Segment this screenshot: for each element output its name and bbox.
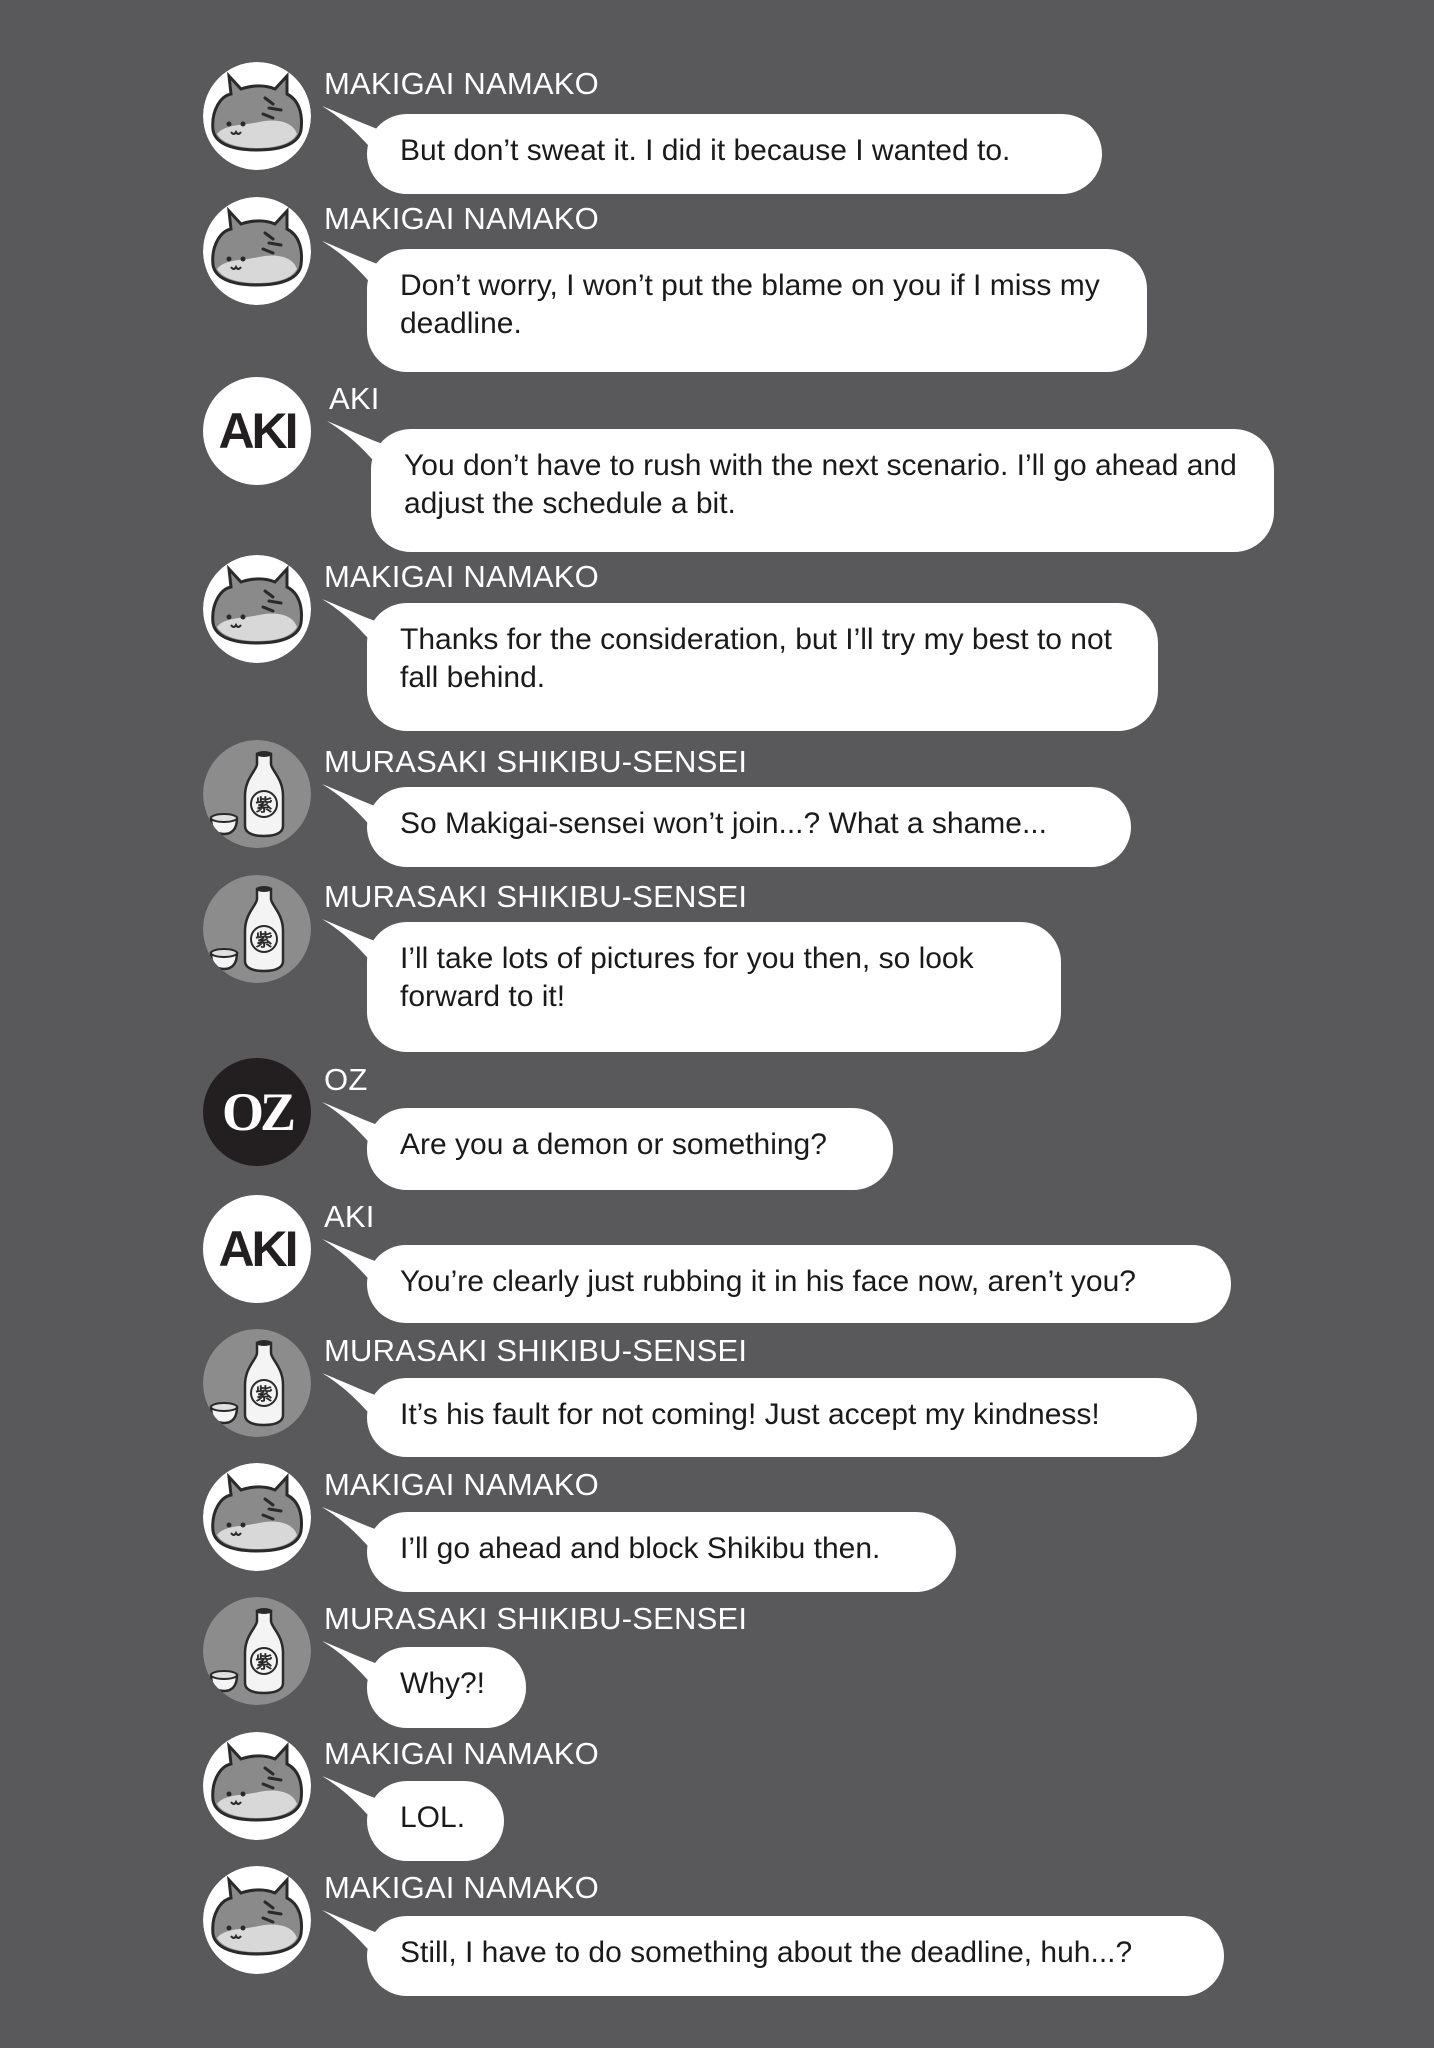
sender-name: MAKIGAI NAMAKO: [324, 1870, 599, 1905]
sake-bottle-icon[interactable]: 紫: [203, 875, 311, 983]
sake-bottle-icon[interactable]: 紫: [203, 740, 311, 848]
cat-namako-icon[interactable]: [203, 1732, 311, 1840]
oz-icon[interactable]: OZ: [203, 1058, 311, 1166]
sender-name: AKI: [324, 1199, 375, 1234]
cat-namako-icon[interactable]: [203, 1463, 311, 1571]
sender-name: MURASAKI SHIKIBU-SENSEI: [324, 744, 748, 779]
message-bubble[interactable]: I’ll go ahead and block Shikibu then.: [367, 1512, 956, 1592]
message-bubble[interactable]: Thanks for the consideration, but I’ll t…: [367, 603, 1158, 731]
sender-name: MURASAKI SHIKIBU-SENSEI: [324, 1601, 748, 1636]
message-bubble[interactable]: Why?!: [367, 1647, 526, 1728]
oz-logo-text: OZ: [222, 1082, 294, 1142]
message-bubble[interactable]: Are you a demon or something?: [367, 1108, 893, 1190]
sake-bottle-glyph: 紫: [256, 930, 273, 951]
sake-bottle-icon[interactable]: 紫: [203, 1597, 311, 1705]
message-bubble[interactable]: Don’t worry, I won’t put the blame on yo…: [367, 249, 1147, 372]
sake-bottle-icon[interactable]: 紫: [203, 1329, 311, 1437]
sender-name: MURASAKI SHIKIBU-SENSEI: [324, 879, 748, 914]
message-bubble[interactable]: So Makigai-sensei won’t join...? What a …: [367, 787, 1131, 867]
message-bubble[interactable]: But don’t sweat it. I did it because I w…: [367, 114, 1102, 194]
sender-name: MAKIGAI NAMAKO: [324, 201, 599, 236]
sake-bottle-glyph: 紫: [256, 1652, 273, 1673]
aki-logo-text: AKI: [218, 1221, 295, 1277]
message-bubble[interactable]: Still, I have to do something about the …: [367, 1916, 1224, 1996]
aki-icon[interactable]: AKI: [203, 377, 311, 485]
cat-namako-icon[interactable]: [203, 197, 311, 305]
cat-namako-icon[interactable]: [203, 62, 311, 170]
aki-icon[interactable]: AKI: [203, 1195, 311, 1303]
aki-logo-text: AKI: [218, 403, 295, 459]
sender-name: MURASAKI SHIKIBU-SENSEI: [324, 1333, 748, 1368]
message-bubble[interactable]: You’re clearly just rubbing it in his fa…: [367, 1245, 1231, 1323]
chat-log: MAKIGAI NAMAKO But don’t sweat it. I did…: [0, 0, 1434, 2048]
sender-name: MAKIGAI NAMAKO: [324, 1736, 599, 1771]
message-bubble[interactable]: I’ll take lots of pictures for you then,…: [367, 922, 1061, 1052]
sake-bottle-glyph: 紫: [256, 795, 273, 816]
message-bubble[interactable]: LOL.: [367, 1781, 504, 1861]
message-bubble[interactable]: It’s his fault for not coming! Just acce…: [367, 1378, 1197, 1457]
sake-bottle-glyph: 紫: [256, 1384, 273, 1405]
sender-name: MAKIGAI NAMAKO: [324, 66, 599, 101]
sender-name: MAKIGAI NAMAKO: [324, 559, 599, 594]
message-bubble[interactable]: You don’t have to rush with the next sce…: [371, 429, 1274, 552]
cat-namako-icon[interactable]: [203, 1866, 311, 1974]
sender-name: AKI: [329, 381, 380, 416]
sender-name: MAKIGAI NAMAKO: [324, 1467, 599, 1502]
sender-name: OZ: [324, 1062, 368, 1097]
cat-namako-icon[interactable]: [203, 555, 311, 663]
